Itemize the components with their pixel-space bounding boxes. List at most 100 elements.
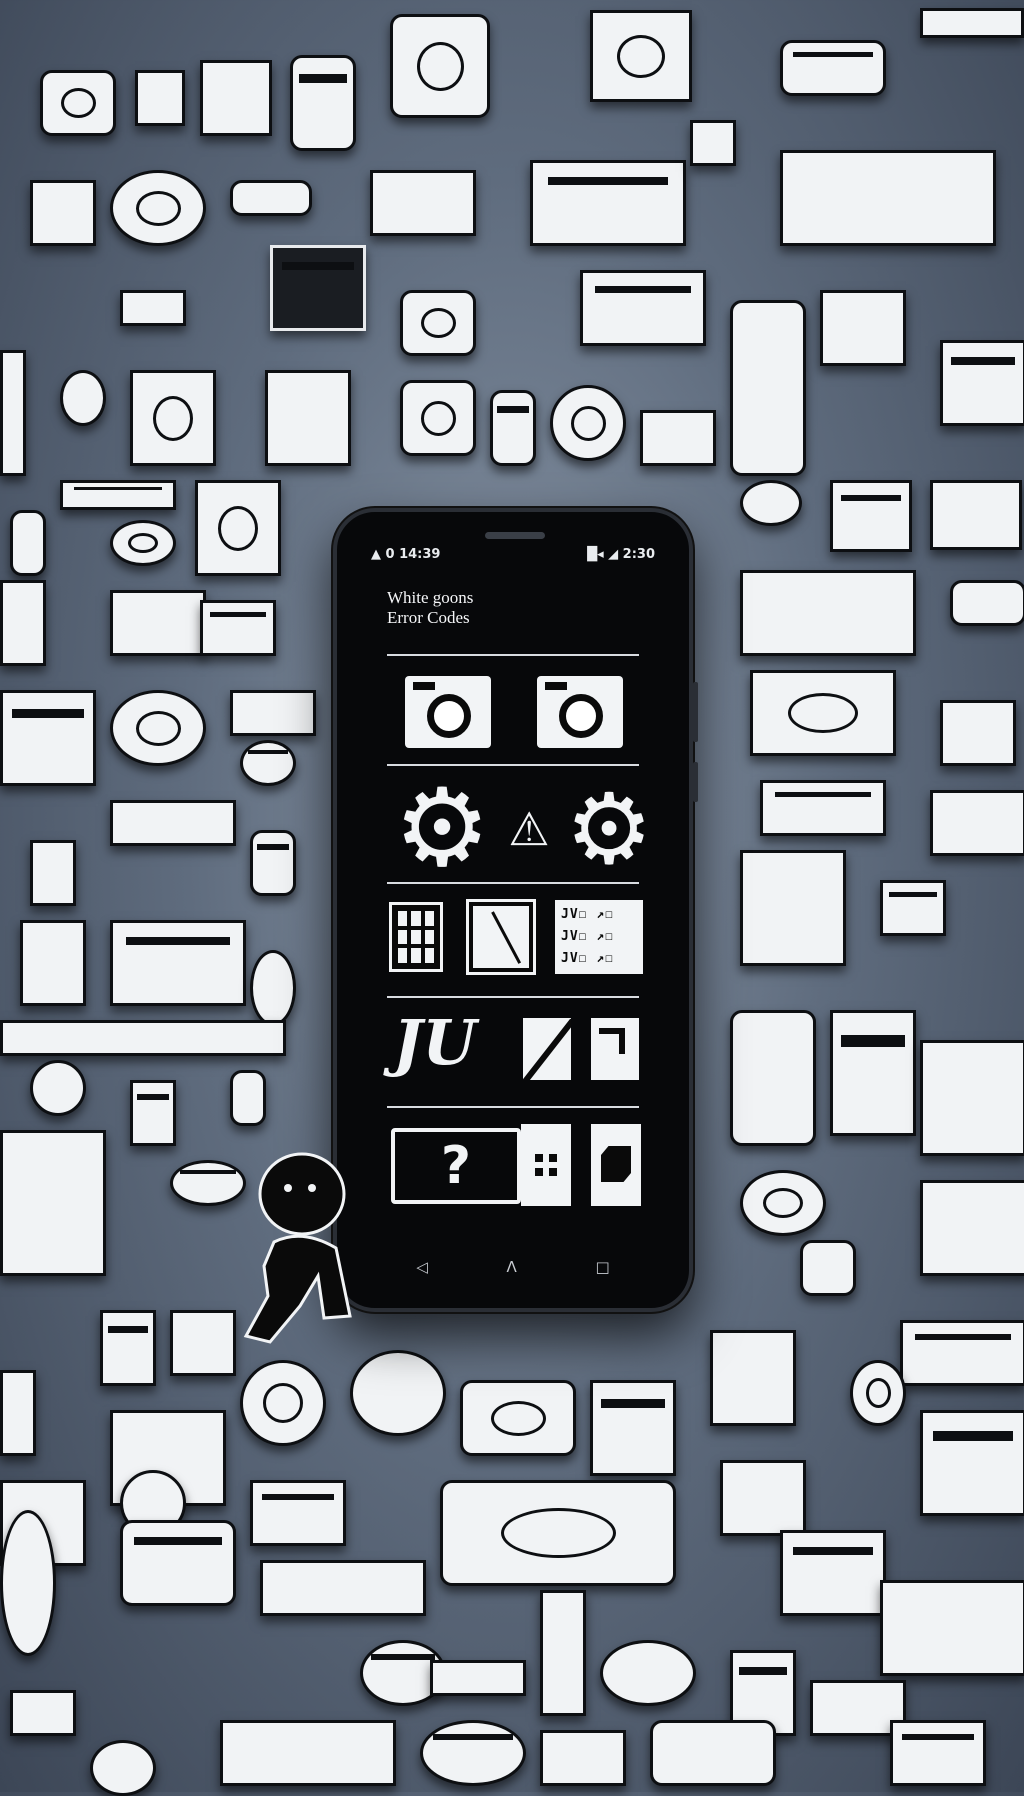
appliance-icon <box>740 480 802 526</box>
appliance-icon <box>830 480 912 552</box>
appliance-icon <box>830 1010 916 1136</box>
keypad-grid-icon[interactable] <box>389 902 443 972</box>
washing-machine-icon[interactable] <box>537 676 623 748</box>
appliance-icon <box>250 830 296 896</box>
code-line: JV☐ ↗☐ <box>561 951 614 966</box>
title-line-1: White goons <box>387 588 474 607</box>
appliance-icon <box>30 180 96 246</box>
appliance-icon <box>130 1080 176 1146</box>
sitting-person-figure <box>243 1152 352 1344</box>
volume-button <box>693 682 698 742</box>
gear-icon[interactable]: ⚙ <box>387 774 497 884</box>
appliance-icon <box>250 950 296 1026</box>
appliance-icon <box>740 1170 826 1236</box>
appliance-icon <box>0 1370 36 1456</box>
appliance-icon <box>110 800 236 846</box>
appliance-icon <box>900 1320 1024 1386</box>
appliance-icon <box>400 380 476 456</box>
divider <box>387 654 639 656</box>
appliance-icon <box>120 1520 236 1606</box>
appliance-icon <box>750 670 896 756</box>
appliance-icon <box>290 55 356 151</box>
appliance-icon <box>600 1640 696 1706</box>
error-code-list-icon[interactable]: JV☐ ↗☐ JV☐ ↗☐ JV☐ ↗☐ <box>555 900 643 974</box>
appliance-icon <box>590 1380 676 1476</box>
appliance-icon <box>730 1010 816 1146</box>
appliance-icon <box>710 1330 796 1426</box>
smartphone: ▲ 0 14:39 █◂ ◢ 2:30 White goons Error Co… <box>333 508 698 1312</box>
status-bar: ▲ 0 14:39 █◂ ◢ 2:30 <box>371 544 655 564</box>
appliance-icon <box>100 1310 156 1386</box>
appliance-icon <box>650 1720 776 1786</box>
help-icon[interactable]: ? <box>391 1128 521 1204</box>
squiggle-icon[interactable]: JU <box>393 1012 476 1074</box>
appliance-icon <box>0 1510 56 1656</box>
arrow-square-icon[interactable] <box>591 1018 639 1080</box>
appliance-icon <box>10 1690 76 1736</box>
status-left: ▲ 0 14:39 <box>371 546 441 562</box>
appliance-icon <box>220 1720 396 1786</box>
gear-icon[interactable]: ⚙ <box>559 780 659 880</box>
code-line: JV☐ ↗☐ <box>561 907 614 922</box>
status-right: █◂ ◢ 2:30 <box>587 546 655 562</box>
appliance-icon <box>370 170 476 236</box>
washing-machine-icon[interactable] <box>405 676 491 748</box>
appliance-icon <box>120 290 186 326</box>
appliance-icon <box>730 300 806 476</box>
appliance-icon <box>460 1380 576 1456</box>
appliance-icon <box>390 14 490 118</box>
power-button <box>693 762 698 802</box>
warning-icon[interactable]: ⚠ <box>499 804 559 854</box>
appliance-icon <box>60 480 176 510</box>
appliance-icon <box>240 740 296 786</box>
appliance-icon <box>920 1410 1024 1516</box>
appliance-icon <box>820 290 906 366</box>
home-button[interactable]: Λ <box>507 1258 517 1276</box>
appliance-icon <box>265 370 351 466</box>
appliance-icon <box>940 340 1024 426</box>
back-button[interactable]: ◁ <box>416 1258 428 1276</box>
chart-panel-icon[interactable] <box>466 899 536 975</box>
speaker-notch <box>485 532 545 539</box>
dots-tile-icon[interactable] <box>521 1124 571 1206</box>
appliance-icon <box>690 120 736 166</box>
appliance-icon <box>780 40 886 96</box>
divider <box>387 996 639 998</box>
appliance-icon <box>780 150 996 246</box>
appliance-icon <box>350 1350 446 1436</box>
slash-square-icon[interactable] <box>523 1018 571 1080</box>
appliance-icon <box>640 410 716 466</box>
appliance-icon <box>540 1590 586 1716</box>
appliance-icon <box>240 1360 326 1446</box>
recents-button[interactable]: □ <box>595 1258 609 1276</box>
divider <box>387 882 639 884</box>
appliance-icon <box>135 70 185 126</box>
bracket-tile-icon[interactable] <box>591 1124 641 1206</box>
appliance-icon <box>110 690 206 766</box>
appliance-icon <box>260 1560 426 1616</box>
appliance-icon <box>920 1180 1024 1276</box>
appliance-icon <box>580 270 706 346</box>
appliance-icon <box>760 780 886 836</box>
appliance-icon <box>0 1020 286 1056</box>
appliance-icon <box>920 8 1024 38</box>
appliance-icon <box>850 1360 906 1426</box>
appliance-icon <box>950 580 1024 626</box>
appliance-icon <box>30 1060 86 1116</box>
appliance-icon <box>720 1460 806 1536</box>
code-line: JV☐ ↗☐ <box>561 929 614 944</box>
appliance-icon <box>230 1070 266 1126</box>
appliance-icon <box>60 370 106 426</box>
appliance-icon <box>230 180 312 216</box>
appliance-icon <box>0 350 26 476</box>
appliance-icon <box>420 1720 526 1786</box>
appliance-icon <box>920 1040 1024 1156</box>
appliance-icon <box>880 880 946 936</box>
appliance-icon <box>195 480 281 576</box>
appliance-icon <box>0 580 46 666</box>
appliance-icon <box>890 1720 986 1786</box>
appliance-icon <box>200 600 276 656</box>
appliance-icon <box>230 690 316 736</box>
appliance-icon <box>0 690 96 786</box>
divider <box>387 1106 639 1108</box>
